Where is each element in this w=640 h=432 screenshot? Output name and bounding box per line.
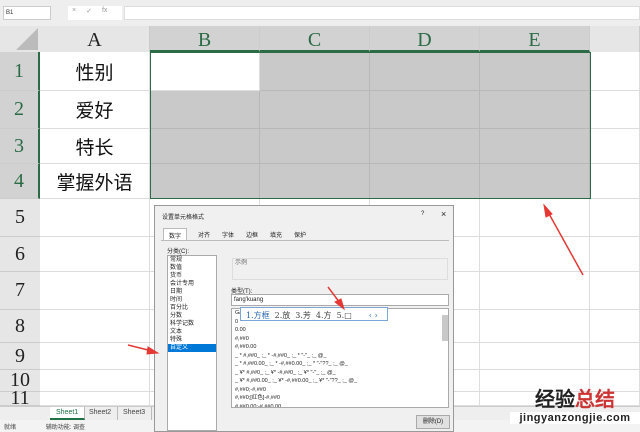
arrow-head-icon — [334, 298, 345, 311]
arrow-head-icon — [146, 346, 160, 355]
annotation-arrows — [127, 203, 584, 355]
watermark-logo: 经验总结 jingyanzongjie.com — [510, 383, 640, 424]
arrow-icon — [547, 211, 584, 276]
arrow-head-icon — [543, 203, 553, 218]
